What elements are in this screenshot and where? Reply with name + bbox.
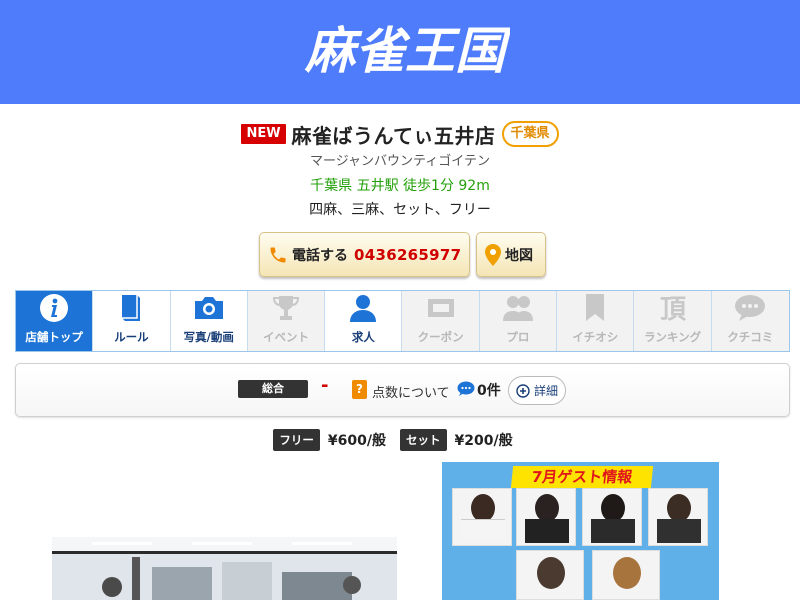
tab-label: クーポン (417, 330, 464, 344)
info-icon (40, 294, 69, 322)
tab-label: イチオシ (572, 330, 619, 344)
speech-bubble-icon (735, 295, 766, 321)
call-button[interactable]: 電話する 0436265977 (259, 232, 470, 277)
price-value-set: ¥200/般 (454, 433, 513, 449)
shop-photo[interactable] (52, 537, 397, 600)
overall-score: - (321, 375, 329, 396)
new-badge: NEW (241, 124, 286, 144)
shop-access: 千葉県 五井駅 徒歩1分 92m (310, 178, 490, 194)
call-label: 電話する (292, 247, 348, 264)
comment-icon (457, 381, 475, 396)
guest-card (592, 550, 660, 600)
map-pin-icon (485, 243, 501, 266)
ranking-icon: 頂 (660, 295, 687, 323)
coupon-icon (427, 299, 454, 317)
tab-label: イベント (263, 330, 310, 344)
map-label: 地図 (505, 247, 533, 264)
guest-card (582, 488, 642, 546)
shop-name: 麻雀ばうんてぃ五井店 (291, 123, 496, 148)
tab-label: 店舗トップ (25, 330, 83, 344)
tab-reviews[interactable]: クチコミ (711, 291, 789, 351)
tab-label: ルール (114, 330, 149, 344)
site-logo[interactable]: 麻雀王国 (300, 18, 510, 82)
phone-icon (270, 247, 286, 262)
camera-icon (194, 297, 223, 319)
phone-number: 0436265977 (354, 245, 462, 264)
help-icon[interactable]: ? (352, 380, 367, 399)
price-tag-free: フリー (273, 429, 320, 451)
tab-label: 求人 (351, 330, 375, 344)
score-panel: 総合 - ? 点数について 0件 詳細 (15, 363, 790, 417)
tab-jobs[interactable]: 求人 (325, 291, 403, 351)
price-value-free: ¥600/般 (327, 433, 386, 449)
price-tag-set: セット (400, 429, 447, 451)
guest-card (516, 488, 576, 546)
shop-games: 四麻、三麻、セット、フリー (309, 202, 491, 218)
tab-rules[interactable]: ルール (93, 291, 171, 351)
logo-text: 麻雀王国 (304, 21, 510, 80)
person-icon (350, 295, 377, 322)
tab-events[interactable]: イベント (247, 291, 326, 351)
map-button[interactable]: 地図 (476, 232, 546, 277)
tab-label: クチコミ (727, 330, 774, 344)
prefecture-badge[interactable]: 千葉県 (501, 121, 559, 147)
shop-tab-nav: 店舗トップ ルール 写真/動画 イベント 求人 クーポン プロ イチオシ 頂 ラ… (15, 290, 790, 352)
comment-count: 0件 (477, 383, 501, 399)
plus-circle-icon (516, 383, 530, 398)
guest-flyer[interactable]: 7月ゲスト情報 (442, 462, 719, 600)
bookmark-icon (586, 294, 605, 321)
svg-text:頂: 頂 (660, 295, 687, 323)
guest-card (452, 488, 512, 546)
book-icon (122, 295, 141, 321)
tab-photos-videos[interactable]: 写真/動画 (170, 291, 248, 351)
shop-kana: マージャンバウンティゴイテン (309, 154, 491, 169)
price-row: フリー ¥600/般 セット ¥200/般 (0, 428, 800, 452)
tab-label: プロ (506, 330, 530, 344)
site-header: 麻雀王国 (0, 0, 800, 104)
tab-label: 写真/動画 (183, 330, 234, 344)
guest-card (516, 550, 584, 600)
score-about-link[interactable]: 点数について (372, 382, 450, 401)
guest-card (648, 488, 708, 546)
tab-label: ランキング (643, 330, 702, 344)
tab-coupons[interactable]: クーポン (402, 291, 480, 351)
tab-recommended[interactable]: イチオシ (557, 291, 635, 351)
tab-pros[interactable]: プロ (479, 291, 558, 351)
tab-ranking[interactable]: 頂 ランキング (634, 291, 712, 351)
detail-button[interactable]: 詳細 (508, 376, 566, 405)
flyer-title: 7月ゲスト情報 (510, 466, 654, 488)
pros-icon (502, 296, 533, 321)
shop-title-row: NEW 麻雀ばうんてぃ五井店 千葉県 (0, 117, 800, 151)
trophy-icon (273, 296, 300, 320)
detail-label: 詳細 (533, 384, 558, 398)
overall-label: 総合 (238, 380, 308, 398)
tab-shop-top[interactable]: 店舗トップ (16, 291, 94, 351)
shop-interior-image (52, 537, 397, 600)
